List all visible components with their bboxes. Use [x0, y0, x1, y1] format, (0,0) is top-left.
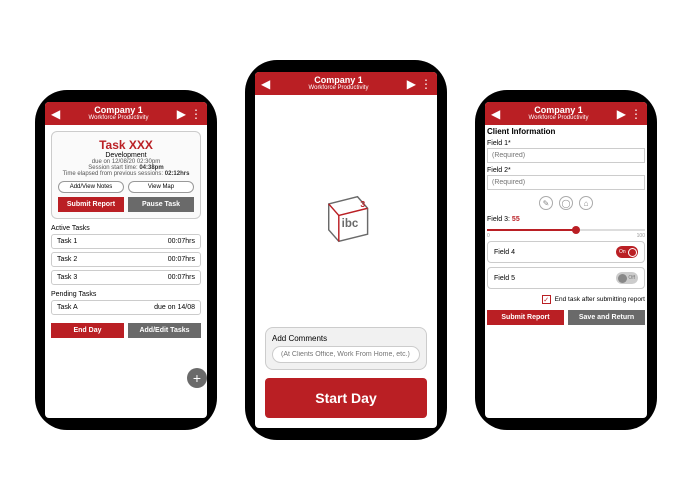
back-icon[interactable]: ◀	[261, 77, 270, 91]
forward-icon[interactable]: ▶	[617, 107, 626, 121]
back-icon[interactable]: ◀	[491, 107, 500, 121]
task-row[interactable]: Task Adue on 14/08	[51, 300, 201, 315]
logo-text: ibc	[342, 218, 359, 230]
add-edit-tasks-button[interactable]: Add/Edit Tasks	[128, 323, 201, 338]
field2-label: Field 2*	[487, 167, 645, 174]
active-tasks-label: Active Tasks	[51, 225, 201, 232]
client-info-heading: Client Information	[487, 127, 645, 136]
comments-input[interactable]	[272, 346, 420, 363]
field3-value: 55	[512, 216, 520, 223]
camera-icon[interactable]: ◯	[559, 196, 573, 210]
end-task-checkbox[interactable]: ✓	[542, 295, 551, 304]
elapsed-value: 02:12hrs	[165, 171, 190, 177]
task-row[interactable]: Task 300:07hrs	[51, 270, 201, 285]
add-view-notes-button[interactable]: Add/View Notes	[58, 181, 124, 193]
forward-icon[interactable]: ▶	[407, 77, 416, 91]
attach-icon[interactable]: ✎	[539, 196, 553, 210]
view-map-button[interactable]: View Map	[128, 181, 194, 193]
menu-icon[interactable]: ⋮	[420, 81, 431, 87]
logo: ibc 3	[261, 101, 431, 327]
add-task-fab[interactable]: +	[187, 368, 207, 388]
header-title: Company 1	[64, 106, 173, 115]
field1-input[interactable]	[487, 148, 645, 163]
start-day-button[interactable]: Start Day	[265, 378, 427, 418]
mic-icon[interactable]: ⌂	[579, 196, 593, 210]
phone-task-detail: ◀ Company 1 Workforce Productivity ▶ ⋮ T…	[35, 90, 217, 430]
field3-label: Field 3:	[487, 216, 510, 223]
header-subtitle: Workforce Productivity	[274, 85, 403, 91]
header-subtitle: Workforce Productivity	[504, 115, 613, 121]
phone-start-day: ◀ Company 1 Workforce Productivity ▶ ⋮ i…	[245, 60, 447, 440]
task-row[interactable]: Task 200:07hrs	[51, 252, 201, 267]
comments-panel: Add Comments	[265, 327, 427, 370]
app-header: ◀ Company 1 Workforce Productivity ▶ ⋮	[485, 102, 647, 125]
field2-input[interactable]	[487, 175, 645, 190]
field4-row: Field 4 On	[487, 241, 645, 263]
menu-icon[interactable]: ⋮	[190, 111, 201, 117]
header-subtitle: Workforce Productivity	[64, 115, 173, 121]
field3-slider[interactable]: 0 100	[487, 223, 645, 237]
header-title: Company 1	[274, 76, 403, 85]
field5-row: Field 5 Off	[487, 267, 645, 289]
task-row[interactable]: Task 100:07hrs	[51, 234, 201, 249]
back-icon[interactable]: ◀	[51, 107, 60, 121]
menu-icon[interactable]: ⋮	[630, 111, 641, 117]
task-name: Task XXX	[58, 138, 194, 152]
end-task-label: End task after submitting report	[555, 296, 645, 303]
forward-icon[interactable]: ▶	[177, 107, 186, 121]
field4-toggle[interactable]: On	[616, 246, 638, 258]
comments-label: Add Comments	[272, 334, 420, 343]
field5-toggle[interactable]: Off	[616, 272, 638, 284]
field5-label: Field 5	[494, 275, 515, 282]
save-return-button[interactable]: Save and Return	[568, 310, 645, 325]
phone-client-form: ◀ Company 1 Workforce Productivity ▶ ⋮ C…	[475, 90, 657, 430]
slider-max: 100	[637, 233, 645, 239]
field4-label: Field 4	[494, 249, 515, 256]
submit-report-button[interactable]: Submit Report	[58, 197, 124, 212]
task-card: Task XXX Development due on 12/08/20 02:…	[51, 131, 201, 219]
pause-task-button[interactable]: Pause Task	[128, 197, 194, 212]
header-title: Company 1	[504, 106, 613, 115]
submit-report-button[interactable]: Submit Report	[487, 310, 564, 325]
task-category: Development	[58, 152, 194, 159]
app-header: ◀ Company 1 Workforce Productivity ▶ ⋮	[45, 102, 207, 125]
pending-tasks-label: Pending Tasks	[51, 291, 201, 298]
end-day-button[interactable]: End Day	[51, 323, 124, 338]
field1-label: Field 1*	[487, 140, 645, 147]
logo-sup: 3	[360, 199, 365, 209]
app-header: ◀ Company 1 Workforce Productivity ▶ ⋮	[255, 72, 437, 95]
elapsed-label: Time elapsed from previous sessions:	[63, 171, 164, 177]
slider-min: 0	[487, 233, 490, 239]
